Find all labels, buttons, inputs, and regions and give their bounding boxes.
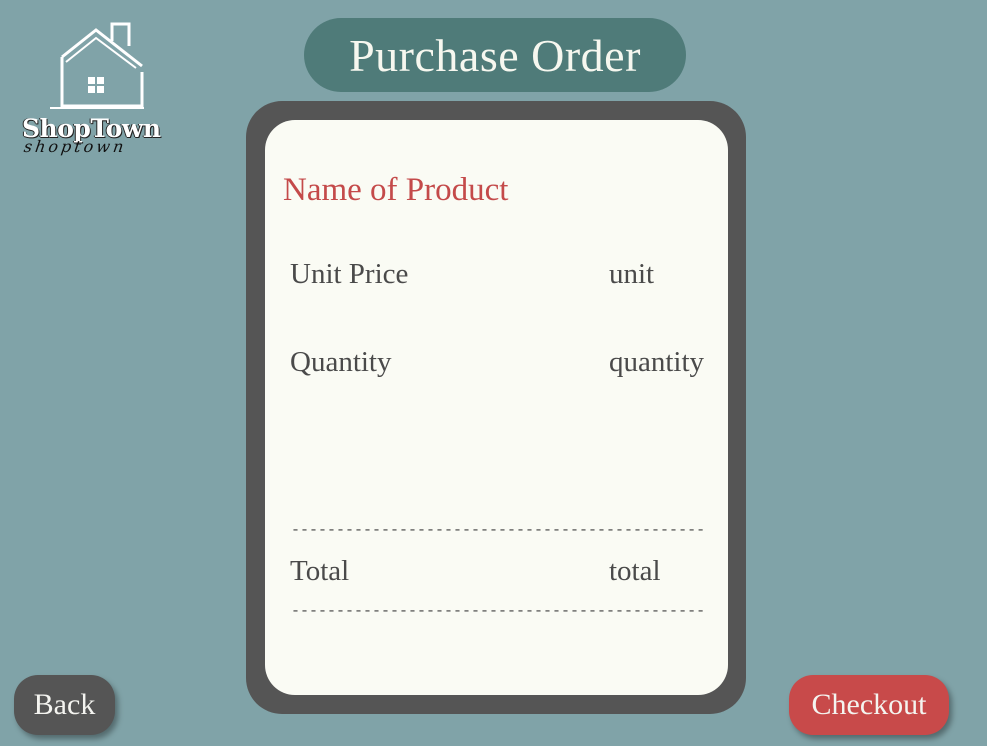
back-button-label: Back [33,688,96,721]
divider-bottom: ----------------------------------------… [291,603,707,620]
quantity-value: quantity [609,346,705,378]
shoptown-logo: ShopTown shoptown [20,22,190,170]
divider-top: ----------------------------------------… [291,522,707,539]
house-icon [50,22,144,109]
product-name: Name of Product [283,172,509,208]
page-title: Purchase Order [349,29,641,81]
checkout-button-label: Checkout [811,688,927,721]
total-value: total [609,555,661,587]
page-title-pill: Purchase Order [304,18,686,92]
unit-price-label: Unit Price [290,258,409,290]
quantity-label: Quantity [290,346,392,378]
back-button[interactable]: Back [14,675,115,735]
total-label: Total [290,555,350,587]
checkout-button[interactable]: Checkout [789,675,949,735]
order-card: Name of Product Unit Price unit Quantity… [265,120,728,695]
logo-script-text: shoptown [22,137,128,156]
unit-price-value: unit [609,258,655,290]
